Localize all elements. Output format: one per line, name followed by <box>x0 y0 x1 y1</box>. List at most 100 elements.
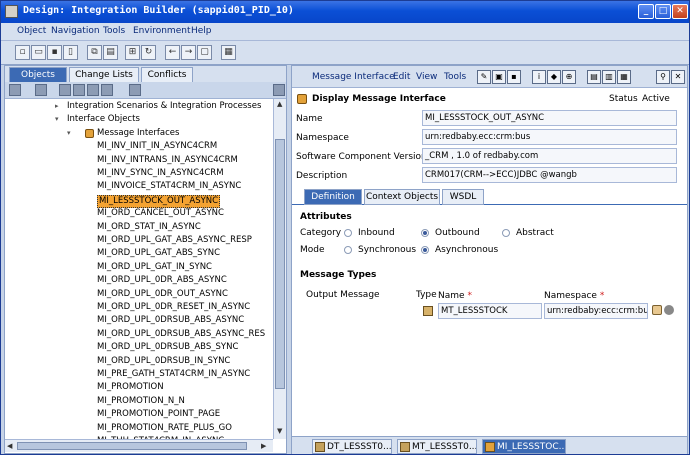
menu-view[interactable]: View <box>416 72 437 82</box>
forward-icon[interactable]: → <box>181 45 196 60</box>
open-icon[interactable]: ▭ <box>31 45 46 60</box>
menu-help[interactable]: Help <box>191 26 212 36</box>
tree-item-selected[interactable]: MI_LESSSTOCK_OUT_ASYNC <box>97 194 221 208</box>
tree-item[interactable]: MI_ORD_UPL_0DR_RESET_IN_ASYNC <box>97 302 250 313</box>
tree-item[interactable]: MI_PROMOTION_N_N <box>97 396 185 407</box>
tab-context-objects[interactable]: Context Objects <box>364 189 440 205</box>
display-icon[interactable]: ▣ <box>492 70 506 84</box>
tree-item[interactable]: Integration Scenarios & Integration Proc… <box>67 101 261 112</box>
tab-definition[interactable]: Definition <box>304 189 362 205</box>
minimize-button[interactable]: _ <box>638 4 654 19</box>
tree-item[interactable]: MI_INV_INIT_IN_ASYNC4CRM <box>97 141 217 152</box>
tree-vertical-scrollbar[interactable]: ▲ ▼ <box>273 99 286 439</box>
tab-mt-lessstock[interactable]: MT_LESSST0... <box>397 439 477 454</box>
home-icon[interactable] <box>9 84 21 96</box>
tab-dt-lessstock[interactable]: DT_LESSST0... <box>312 439 392 454</box>
name-field[interactable]: MI_LESSSTOCK_OUT_ASYNC <box>422 110 677 126</box>
where-used-icon[interactable]: ⊕ <box>562 70 576 84</box>
navigate-icon[interactable] <box>664 305 674 315</box>
tree-item[interactable]: Message Interfaces <box>97 128 179 139</box>
tree-item[interactable]: MI_ORD_CANCEL_OUT_ASYNC <box>97 208 224 219</box>
tree-item[interactable]: MI_ORD_UPL_0DRSUB_IN_SYNC <box>97 356 230 367</box>
menu-message-interface[interactable]: Message Interface <box>312 72 395 82</box>
edit-icon[interactable]: ✎ <box>477 70 491 84</box>
window-icon[interactable]: ▢ <box>197 45 212 60</box>
tree-item[interactable]: MI_ORD_UPL_0DR_OUT_ASYNC <box>97 289 228 300</box>
new-icon[interactable]: ▫ <box>15 45 30 60</box>
tree-horizontal-scrollbar[interactable]: ◀ ▶ <box>5 439 273 452</box>
message-type-name-field[interactable]: MT_LESSSTOCK <box>438 303 542 319</box>
menu-environment[interactable]: Environment <box>133 26 190 36</box>
tree-item[interactable]: MI_ORD_UPL_0DRSUB_ABS_ASYNC <box>97 315 244 326</box>
radio-inbound[interactable] <box>344 229 352 237</box>
sort-icon[interactable] <box>101 84 113 96</box>
tree-icon[interactable]: ⊞ <box>125 45 140 60</box>
tree-item[interactable]: MI_INVOICE_STAT4CRM_IN_ASYNC <box>97 181 241 192</box>
tree-hscroll-thumb[interactable] <box>17 442 247 450</box>
find-icon[interactable] <box>35 84 47 96</box>
tree-item[interactable]: MI_ORD_STAT_IN_ASYNC <box>97 222 201 233</box>
copy-icon[interactable]: ⧉ <box>87 45 102 60</box>
tab-conflicts[interactable]: Conflicts <box>141 67 193 82</box>
document-icon[interactable]: ▦ <box>617 70 631 84</box>
collapse-icon[interactable] <box>73 84 85 96</box>
tree-item[interactable]: MI_PROMOTION <box>97 382 164 393</box>
tree-item[interactable]: MI_PRE_GATH_STAT4CRM_IN_ASYNC <box>97 369 250 380</box>
check-icon[interactable]: ◆ <box>547 70 561 84</box>
delete-icon[interactable]: ▯ <box>63 45 78 60</box>
scroll-left-icon[interactable]: ◀ <box>7 442 12 450</box>
pin-icon[interactable]: ⚲ <box>656 70 670 84</box>
radio-outbound[interactable] <box>421 229 429 237</box>
tree-item[interactable]: MI_INV_SYNC_IN_ASYNC4CRM <box>97 168 224 179</box>
print-icon[interactable]: ▤ <box>587 70 601 84</box>
pane-menu-icon[interactable] <box>273 84 285 96</box>
info-icon[interactable]: i <box>532 70 546 84</box>
tab-objects[interactable]: Objects <box>9 67 67 82</box>
expand-icon[interactable] <box>59 84 71 96</box>
maximize-button[interactable]: □ <box>655 4 671 19</box>
radio-abstract[interactable] <box>502 229 510 237</box>
scroll-down-icon[interactable]: ▼ <box>277 427 282 435</box>
tree-expander-icon[interactable]: ▸ <box>55 102 59 110</box>
tree-item[interactable]: MI_ORD_UPL_0DR_ABS_ASYNC <box>97 275 227 286</box>
scroll-right-icon[interactable]: ▶ <box>261 442 266 450</box>
tree-expander-icon[interactable]: ▾ <box>55 115 59 123</box>
tree-item[interactable]: Interface Objects <box>67 114 140 125</box>
save-object-icon[interactable]: ▪ <box>507 70 521 84</box>
tree-scroll-thumb[interactable] <box>275 139 285 389</box>
tab-change-lists[interactable]: Change Lists <box>69 67 139 82</box>
namespace-field[interactable]: urn:redbaby.ecc:crm:bus <box>422 129 677 145</box>
close-button[interactable]: ✕ <box>672 4 688 19</box>
tree-item[interactable]: MI_INV_INTRANS_IN_ASYNC4CRM <box>97 155 238 166</box>
save-icon[interactable]: ▪ <box>47 45 62 60</box>
funnel-icon[interactable] <box>129 84 141 96</box>
tree-expander-icon[interactable]: ▾ <box>67 129 71 137</box>
tree-item[interactable]: MI_ORD_UPL_GAT_ABS_ASYNC_RESP <box>97 235 252 246</box>
menu-edit[interactable]: Edit <box>393 72 410 82</box>
menu-tools-editor[interactable]: Tools <box>444 72 466 82</box>
refresh-icon[interactable]: ↻ <box>141 45 156 60</box>
tab-wsdl[interactable]: WSDL <box>442 189 484 205</box>
tab-mi-lessstock[interactable]: MI_LESSSTOC... <box>482 439 566 454</box>
tree-item[interactable]: MI_PROMOTION_POINT_PAGE <box>97 409 220 420</box>
menu-object[interactable]: Object <box>17 26 46 36</box>
lock-icon[interactable]: ▥ <box>602 70 616 84</box>
input-help-icon[interactable] <box>652 305 662 315</box>
radio-asynchronous[interactable] <box>421 246 429 254</box>
menu-tools[interactable]: Tools <box>103 26 125 36</box>
history-icon[interactable]: ▦ <box>221 45 236 60</box>
message-type-icon[interactable] <box>423 306 433 316</box>
tree-item[interactable]: MI_ORD_UPL_0DRSUB_ABS_ASYNC_RES <box>97 329 265 340</box>
tree-item[interactable]: MI_ORD_UPL_0DRSUB_ABS_SYNC <box>97 342 238 353</box>
close-editor-icon[interactable]: ✕ <box>671 70 685 84</box>
message-type-namespace-field[interactable]: urn:redbaby:ecc:crm:bus <box>544 303 648 319</box>
swcv-field[interactable]: _CRM , 1.0 of redbaby.com <box>422 148 677 164</box>
description-field[interactable]: CRM017(CRM-->ECC)JDBC @wangb <box>422 167 677 183</box>
tree-item[interactable]: MI_ORD_UPL_GAT_IN_SYNC <box>97 262 212 273</box>
tree-item[interactable]: MI_ORD_UPL_GAT_ABS_SYNC <box>97 248 220 259</box>
filter-icon[interactable] <box>87 84 99 96</box>
scroll-up-icon[interactable]: ▲ <box>277 100 282 108</box>
paste-icon[interactable]: ▤ <box>103 45 118 60</box>
back-icon[interactable]: ← <box>165 45 180 60</box>
menu-navigation[interactable]: Navigation <box>51 26 100 36</box>
